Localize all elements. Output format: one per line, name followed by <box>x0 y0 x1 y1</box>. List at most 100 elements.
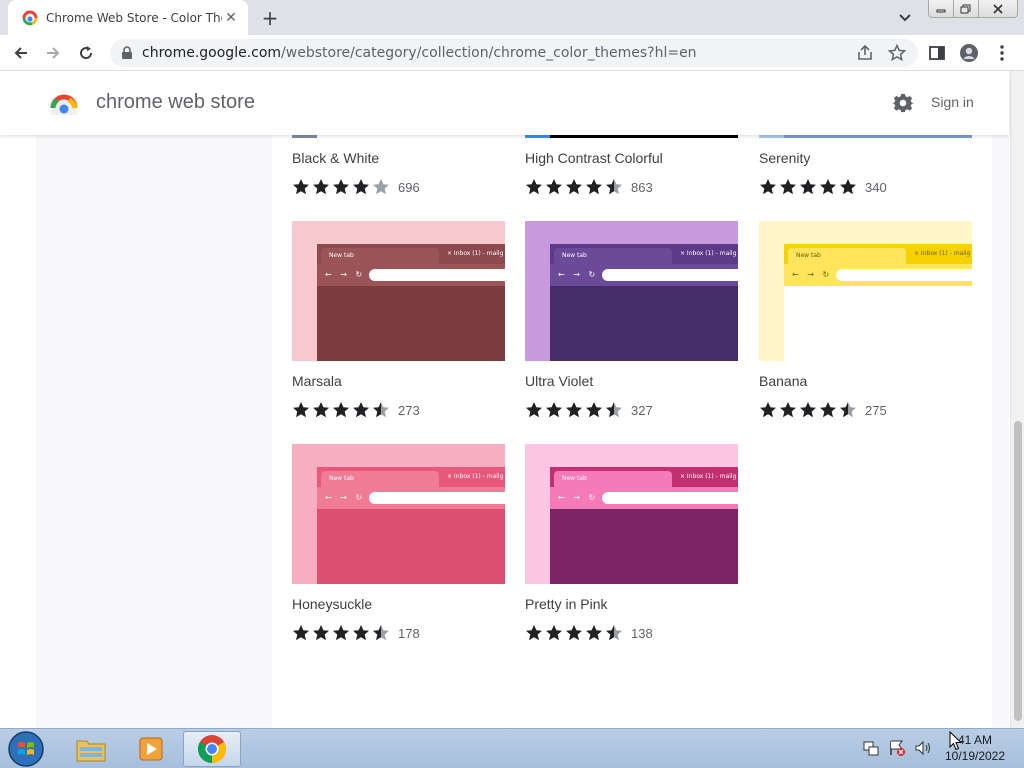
star-full-icon <box>293 179 309 195</box>
taskbar-media-player[interactable] <box>122 731 180 767</box>
theme-name[interactable]: Pretty in Pink <box>525 596 607 612</box>
theme-thumbnail[interactable]: New tab × Inbox (1) - mailg ← → ↻ <box>292 444 505 584</box>
mock-tab: New tab <box>321 471 439 487</box>
mock-address-bar <box>369 492 505 504</box>
star-full-icon <box>313 402 329 418</box>
rating-count: 178 <box>398 625 420 641</box>
restore-button[interactable] <box>953 0 979 18</box>
theme-thumbnail[interactable]: New tab × Inbox (1) - mailg ← → ↻ <box>759 221 972 361</box>
star-full-icon <box>820 179 836 195</box>
theme-card[interactable]: New tab × Inbox (1) - mailg ← → ↻ Pretty in… <box>525 444 738 641</box>
url-path: /webstore/category/collection/chrome_col… <box>281 45 697 61</box>
star-full-icon <box>313 625 329 641</box>
mock-tab-strip: New tab × Inbox (1) - mailg <box>317 467 505 487</box>
star-full-icon <box>353 625 369 641</box>
back-button[interactable] <box>10 42 32 64</box>
theme-name[interactable]: Serenity <box>759 150 810 166</box>
restore-icon <box>960 4 971 13</box>
mock-nav-arrows: ← → ↻ <box>792 270 833 279</box>
rating-count: 275 <box>865 402 887 418</box>
star-half-icon <box>373 402 389 418</box>
lock-icon <box>122 46 132 59</box>
volume-icon[interactable] <box>914 739 932 757</box>
minimize-button[interactable] <box>928 0 954 18</box>
mock-toolbar: ← → ↻ <box>550 264 738 286</box>
theme-name[interactable]: Black & White <box>292 150 379 166</box>
profile-button[interactable] <box>958 42 980 64</box>
folder-icon <box>76 740 106 762</box>
scrollbar-thumb[interactable] <box>1014 421 1022 721</box>
mock-toolbar: ← → ↻ <box>784 264 972 286</box>
taskbar-chrome[interactable] <box>183 731 241 767</box>
reload-button[interactable] <box>75 42 97 64</box>
star-full-icon <box>586 625 602 641</box>
sign-in-link[interactable]: Sign in <box>931 94 974 110</box>
arrow-right-icon <box>47 47 60 59</box>
theme-rating: 273 <box>292 401 420 419</box>
star-full-icon <box>293 402 309 418</box>
theme-name[interactable]: Banana <box>759 373 807 389</box>
mock-browser-preview: New tab × Inbox (1) - mailg ← → ↻ <box>784 244 972 361</box>
theme-card[interactable]: New tab × Inbox (1) - mailg ← → ↻ Banana 275 <box>759 221 972 418</box>
store-header: chrome web store Sign in <box>0 71 1009 135</box>
start-button-icon[interactable] <box>6 730 46 768</box>
star-full-icon <box>353 402 369 418</box>
chrome-icon <box>198 735 226 763</box>
new-tab-button[interactable]: + <box>258 6 282 30</box>
star-outline-icon[interactable] <box>888 44 906 62</box>
mock-page-body <box>317 509 505 584</box>
star-full-icon <box>546 625 562 641</box>
star-full-icon <box>566 402 582 418</box>
menu-button[interactable] <box>991 42 1013 64</box>
mock-tab-secondary: × Inbox (1) - mailg <box>680 250 737 257</box>
mock-browser-preview: New tab × Inbox (1) - mailg ← → ↻ <box>550 467 738 584</box>
mock-nav-arrows: ← → ↻ <box>558 493 599 502</box>
theme-name[interactable]: Honeysuckle <box>292 596 372 612</box>
mock-page-body <box>550 286 738 361</box>
tab-close-icon[interactable]: ✕ <box>222 9 240 27</box>
mock-address-bar <box>369 269 505 281</box>
store-title[interactable]: chrome web store <box>96 91 255 114</box>
close-window-button[interactable] <box>978 0 1018 18</box>
theme-card[interactable]: New tab × Inbox (1) - mailg ← → ↻ Ultra Vio… <box>525 221 738 418</box>
theme-thumbnail[interactable]: New tab × Inbox (1) - mailg ← → ↻ <box>525 221 738 361</box>
network-icon[interactable] <box>862 739 880 757</box>
address-bar[interactable]: chrome.google.com/webstore/category/coll… <box>110 39 918 67</box>
theme-name[interactable]: Marsala <box>292 373 342 389</box>
star-full-icon <box>780 402 796 418</box>
star-full-icon <box>546 179 562 195</box>
mock-page-body <box>317 286 505 361</box>
vertical-scrollbar[interactable] <box>1010 71 1024 728</box>
theme-rating: 863 <box>525 178 653 196</box>
mock-nav-arrows: ← → ↻ <box>558 270 599 279</box>
tab-search-chevron-icon[interactable] <box>896 8 914 26</box>
star-full-icon <box>546 402 562 418</box>
theme-thumbnail[interactable]: New tab × Inbox (1) - mailg ← → ↻ <box>525 444 738 584</box>
star-full-icon <box>566 179 582 195</box>
star-full-icon <box>333 402 349 418</box>
chrome-web-store-logo-icon[interactable] <box>50 88 78 116</box>
gear-icon[interactable] <box>892 92 914 114</box>
mock-browser-preview: New tab × Inbox (1) - mailg ← → ↻ <box>550 244 738 361</box>
theme-thumbnail[interactable]: New tab × Inbox (1) - mailg ← → ↻ <box>292 221 505 361</box>
taskbar-explorer[interactable] <box>62 731 120 767</box>
mock-address-bar <box>602 269 738 281</box>
forward-button[interactable] <box>42 42 64 64</box>
rating-count: 863 <box>631 179 653 195</box>
rating-count: 273 <box>398 402 420 418</box>
mock-nav-arrows: ← → ↻ <box>325 270 366 279</box>
theme-name[interactable]: High Contrast Colorful <box>525 150 663 166</box>
theme-card[interactable]: New tab × Inbox (1) - mailg ← → ↻ Marsala 27… <box>292 221 505 418</box>
theme-name[interactable]: Ultra Violet <box>525 373 593 389</box>
browser-tab[interactable]: Chrome Web Store - Color Them ✕ <box>8 0 248 35</box>
mock-page-body <box>550 509 738 584</box>
side-panel-button[interactable] <box>926 42 948 64</box>
mock-tab: New tab <box>788 248 906 264</box>
url-text: chrome.google.com/webstore/category/coll… <box>142 45 697 61</box>
mouse-cursor-icon <box>949 731 963 751</box>
share-icon[interactable] <box>856 44 874 62</box>
action-center-icon[interactable] <box>888 739 906 757</box>
theme-card[interactable]: New tab × Inbox (1) - mailg ← → ↻ Honeysuck… <box>292 444 505 641</box>
theme-rating: 696 <box>292 178 420 196</box>
mock-tab-strip: New tab × Inbox (1) - mailg <box>784 244 972 264</box>
